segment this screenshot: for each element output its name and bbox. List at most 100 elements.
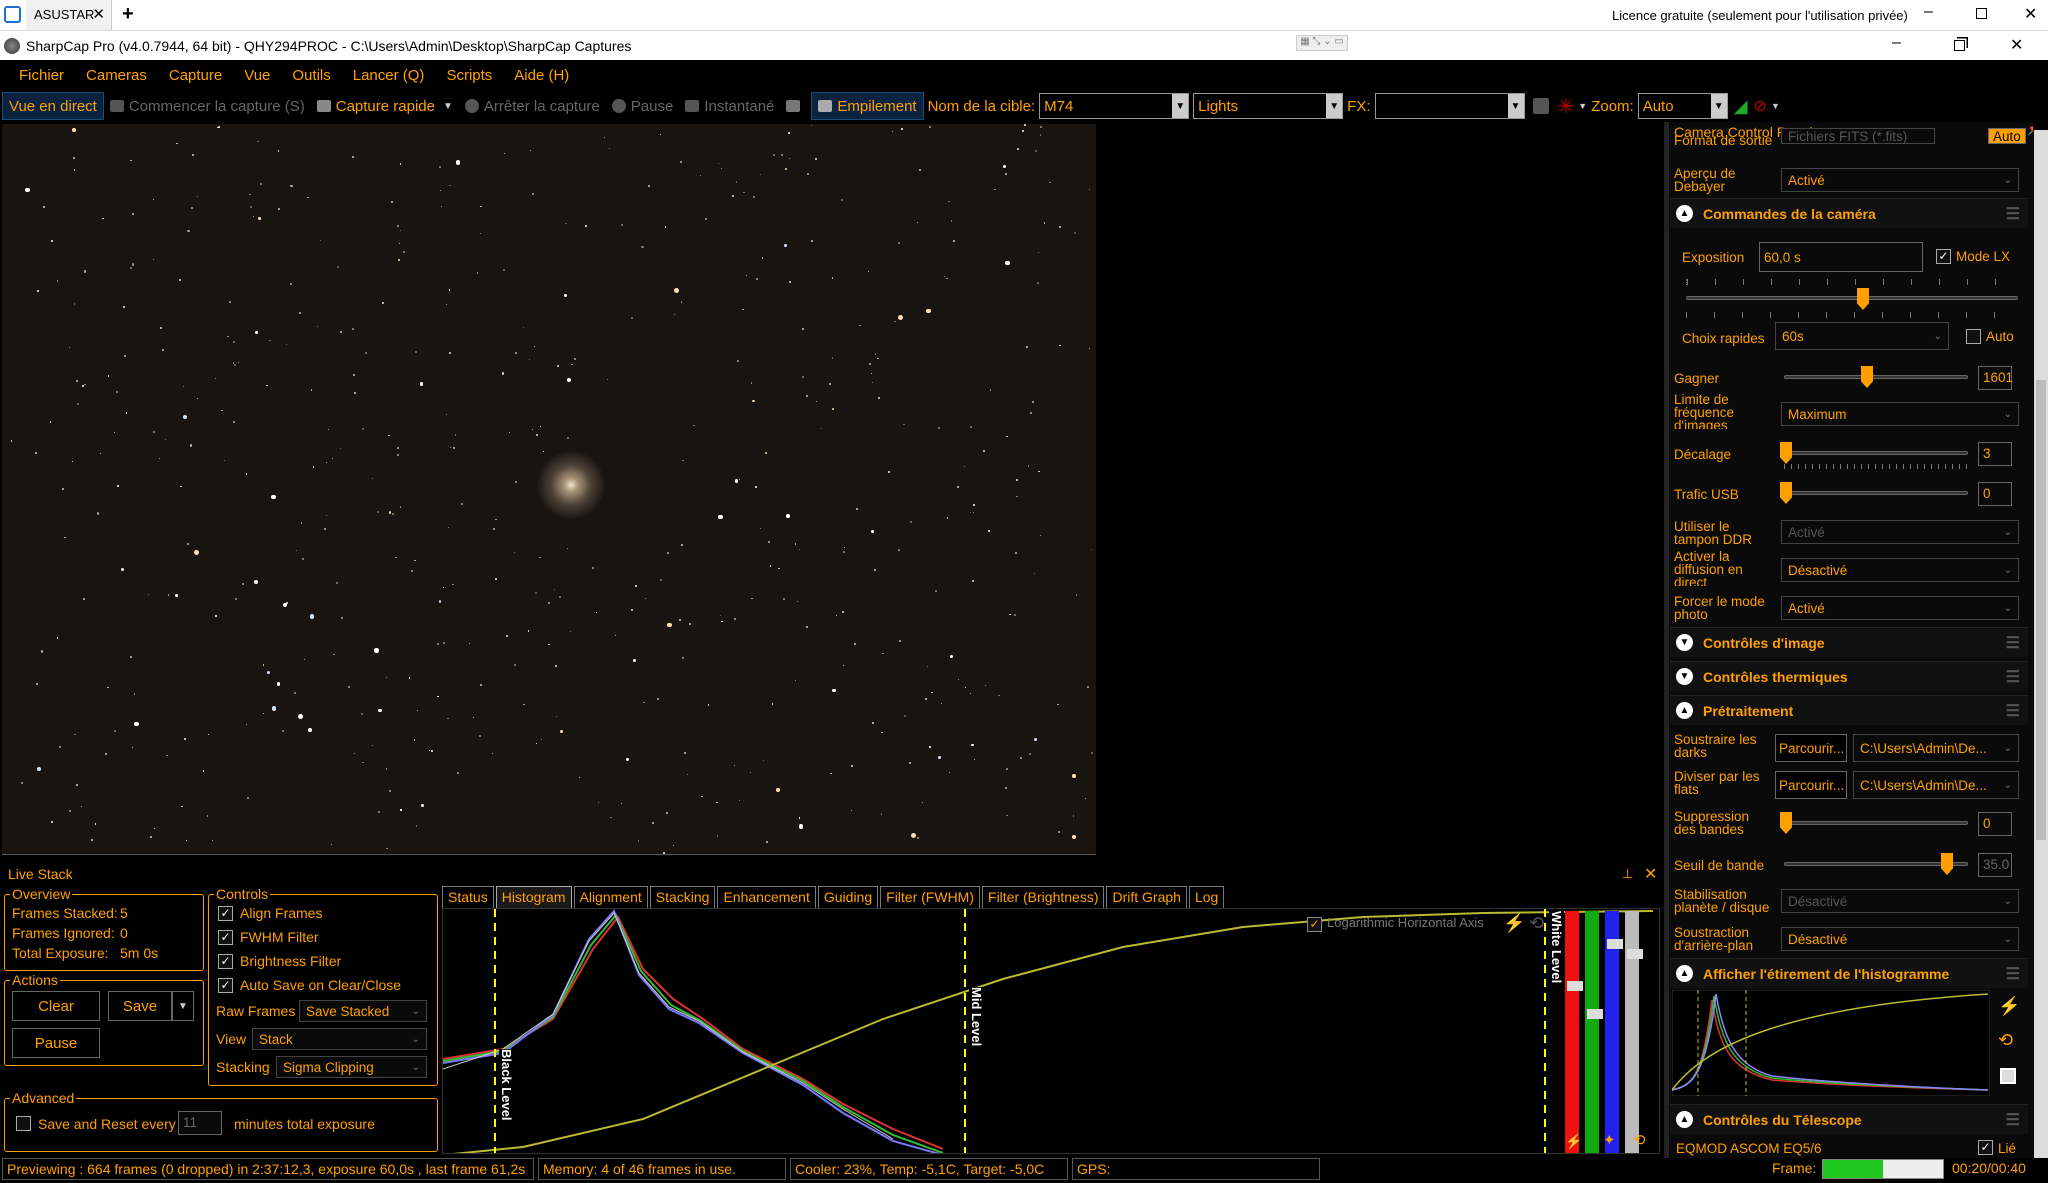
banding-input[interactable]: 0 bbox=[1978, 812, 2012, 836]
reset-stretch-icon[interactable]: ⟲ bbox=[1998, 1030, 2013, 1051]
minutes-input[interactable]: 11 bbox=[178, 1111, 222, 1135]
output-format-auto-button[interactable]: Auto bbox=[1988, 128, 2026, 144]
flats-path-combo[interactable]: C:\Users\Admin\De... ⌄ bbox=[1853, 771, 2019, 799]
offset-slider[interactable] bbox=[1784, 451, 1968, 455]
offset-input[interactable]: 3 bbox=[1978, 442, 2012, 466]
usb-traffic-input[interactable]: 0 bbox=[1978, 482, 2012, 506]
snapshot-button[interactable]: Instantané bbox=[679, 92, 780, 120]
crosshair-icon[interactable]: ✳ bbox=[1558, 94, 1575, 119]
chevron-down-icon[interactable]: ▼ bbox=[443, 101, 453, 112]
quick-capture-button[interactable]: Capture rapide ▼ bbox=[311, 92, 459, 120]
exposure-slider-thumb[interactable] bbox=[1857, 288, 1869, 310]
stack-histogram[interactable]: ✓ Logarithmic Horizontal Axis ⚡ ⟲ Black … bbox=[442, 908, 1660, 1154]
save-reset-checkbox[interactable] bbox=[16, 1116, 31, 1131]
exposure-slider[interactable] bbox=[1686, 296, 2018, 300]
menu-capture[interactable]: Capture bbox=[169, 67, 222, 84]
brightness-filter-checkbox[interactable]: ✓ bbox=[218, 954, 233, 969]
menu-scripts[interactable]: Scripts bbox=[446, 67, 492, 84]
align-frames-checkbox[interactable]: ✓ bbox=[218, 906, 233, 921]
tab-alignment[interactable]: Alignment bbox=[573, 886, 648, 908]
camera-preview-image[interactable] bbox=[2, 124, 1096, 855]
quick-choice-combo[interactable]: 60s ⌄ bbox=[1775, 322, 1949, 350]
tab-filter-brightness[interactable]: Filter (Brightness) bbox=[982, 886, 1105, 908]
add-tab-icon[interactable]: + bbox=[122, 3, 134, 26]
auto-stretch-icon[interactable]: ⚡ bbox=[1503, 913, 1525, 934]
image-controls-header[interactable]: ▼ Contrôles d'image ☰ bbox=[1670, 627, 2028, 657]
darks-path-combo[interactable]: C:\Users\Admin\De... ⌄ bbox=[1853, 734, 2019, 762]
banding-slider[interactable] bbox=[1784, 821, 1968, 825]
stacking-mode-combo[interactable]: Sigma Clipping ⌄ bbox=[276, 1056, 427, 1078]
pin-icon[interactable]: 📌 bbox=[2027, 122, 2033, 136]
tab-guiding[interactable]: Guiding bbox=[817, 886, 879, 908]
app-minimize-icon[interactable]: – bbox=[1892, 34, 1901, 52]
menu-aide[interactable]: Aide (H) bbox=[514, 67, 569, 84]
histogram-icon[interactable]: ◢ bbox=[1734, 96, 1748, 117]
tab-filter-fwhm[interactable]: Filter (FWHM) bbox=[880, 886, 981, 908]
camera-controls-header[interactable]: ▲ Commandes de la caméra ☰ bbox=[1670, 198, 2028, 228]
tab-drift-graph[interactable]: Drift Graph bbox=[1106, 886, 1187, 908]
band-threshold-slider-thumb[interactable] bbox=[1941, 853, 1953, 875]
thermal-controls-header[interactable]: ▼ Contrôles thermiques ☰ bbox=[1670, 661, 2028, 691]
red-level-slider[interactable] bbox=[1567, 981, 1583, 991]
menu-lancer[interactable]: Lancer (Q) bbox=[353, 67, 425, 84]
remote-controls-icon[interactable]: ▦ ⤡ ⌄ ▭ bbox=[1296, 35, 1348, 51]
tab-histogram[interactable]: Histogram bbox=[495, 886, 572, 908]
session-tab[interactable]: ASUSTAR ✕ bbox=[26, 0, 112, 30]
telescope-controls-header[interactable]: ▲ Contrôles du Télescope ☰ bbox=[1670, 1104, 2028, 1134]
menu-vue[interactable]: Vue bbox=[244, 67, 270, 84]
exposure-input[interactable]: 60,0 s bbox=[1759, 242, 1923, 272]
chevron-down-icon[interactable]: ▼ bbox=[1771, 101, 1780, 111]
minimize-icon[interactable]: – bbox=[1924, 3, 1933, 21]
fwhm-filter-checkbox[interactable]: ✓ bbox=[218, 930, 233, 945]
luminance-level-slider[interactable] bbox=[1627, 949, 1643, 959]
save-button[interactable]: Save bbox=[108, 991, 172, 1021]
channel-star-icon[interactable]: ✦ bbox=[1603, 1131, 1616, 1149]
mount-connected-checkbox[interactable]: ✓ bbox=[1978, 1140, 1993, 1155]
fps-limit-combo[interactable]: Maximum ⌄ bbox=[1781, 402, 2019, 426]
flats-browse-button[interactable]: Parcourir... bbox=[1775, 771, 1847, 799]
zoom-combo[interactable]: Auto ▼ bbox=[1637, 93, 1728, 119]
panel-splitter[interactable] bbox=[1664, 122, 1669, 1158]
pause-button[interactable]: Pause bbox=[606, 92, 680, 120]
frame-type-combo[interactable]: Lights ▼ bbox=[1193, 93, 1344, 119]
close-live-stack-icon[interactable]: ✕ bbox=[1644, 864, 1657, 884]
tab-stacking[interactable]: Stacking bbox=[649, 886, 716, 908]
channel-auto-icon[interactable]: ⚡ bbox=[1565, 1133, 1582, 1150]
panel-scrollbar-thumb[interactable] bbox=[2036, 380, 2046, 840]
channel-reset-icon[interactable]: ⟲ bbox=[1633, 1131, 1646, 1149]
debayer-combo[interactable]: Activé ⌄ bbox=[1781, 168, 2019, 192]
offset-slider-thumb[interactable] bbox=[1780, 442, 1792, 464]
fx-combo[interactable]: ▼ bbox=[1374, 93, 1525, 119]
display-settings-button[interactable] bbox=[780, 92, 811, 120]
close-tab-icon[interactable]: ✕ bbox=[92, 5, 105, 23]
target-name-combo[interactable]: M74 ▼ bbox=[1039, 93, 1190, 119]
gain-input[interactable]: 1601 bbox=[1978, 366, 2013, 390]
stacking-button[interactable]: Empilement bbox=[811, 92, 924, 120]
menu-fichier[interactable]: Fichier bbox=[19, 67, 64, 84]
pause-stack-button[interactable]: Pause bbox=[12, 1028, 100, 1058]
background-sub-combo[interactable]: Désactivé ⌄ bbox=[1781, 927, 2019, 951]
gain-slider[interactable] bbox=[1784, 375, 1968, 379]
chevron-down-icon[interactable]: ▼ bbox=[1578, 101, 1587, 111]
auto-exposure-checkbox[interactable] bbox=[1966, 329, 1981, 344]
green-level-slider[interactable] bbox=[1587, 1009, 1603, 1019]
menu-outils[interactable]: Outils bbox=[292, 67, 330, 84]
reset-stretch-icon[interactable]: ⟲ bbox=[1529, 913, 1544, 934]
log-axis-checkbox[interactable]: ✓ bbox=[1307, 917, 1322, 932]
start-capture-button[interactable]: Commencer la capture (S) bbox=[104, 92, 311, 120]
live-stream-combo[interactable]: Désactivé ⌄ bbox=[1781, 558, 2019, 582]
histogram-stretch-header[interactable]: ▲ Afficher l'étirement de l'histogramme ☰ bbox=[1670, 958, 2028, 988]
usb-traffic-slider-thumb[interactable] bbox=[1780, 482, 1792, 504]
banding-slider-thumb[interactable] bbox=[1780, 812, 1792, 834]
band-threshold-input[interactable]: 35.0 bbox=[1978, 853, 2012, 877]
darks-browse-button[interactable]: Parcourir... bbox=[1775, 734, 1847, 762]
autosave-checkbox[interactable]: ✓ bbox=[218, 978, 233, 993]
fx-settings-icon[interactable] bbox=[1532, 98, 1549, 114]
tab-enhancement[interactable]: Enhancement bbox=[717, 886, 816, 908]
pin-icon[interactable]: ⊥ bbox=[1622, 866, 1633, 882]
save-options-button[interactable]: ▼ bbox=[172, 991, 194, 1021]
tab-log[interactable]: Log bbox=[1188, 886, 1225, 908]
ddr-buffer-combo[interactable]: Activé ⌄ bbox=[1781, 520, 2019, 544]
blue-level-slider[interactable] bbox=[1607, 939, 1623, 949]
band-threshold-slider[interactable] bbox=[1784, 862, 1968, 866]
